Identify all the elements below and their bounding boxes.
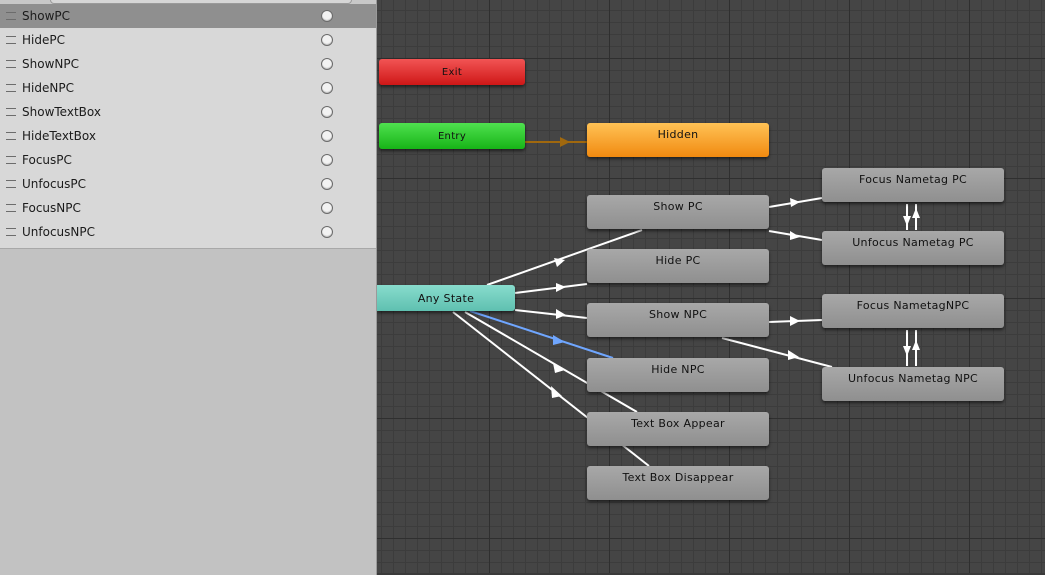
parameter-row[interactable]: HideNPC [0, 76, 376, 100]
drag-handle-icon[interactable] [6, 156, 16, 164]
transition-arrow-icon [903, 216, 911, 226]
transition-arrow-icon [912, 340, 920, 350]
parameter-row[interactable]: FocusNPC [0, 196, 376, 220]
state-hidden[interactable]: Hidden [587, 123, 769, 157]
transition-arrow-icon [551, 386, 562, 398]
trigger-radio[interactable] [321, 34, 333, 46]
state-text-box-appear[interactable]: Text Box Appear [587, 412, 769, 446]
drag-handle-icon[interactable] [6, 60, 16, 68]
state-show-pc[interactable]: Show PC [587, 195, 769, 229]
transition-arrow-icon [556, 309, 566, 319]
transition-arrow-icon [790, 316, 800, 326]
parameter-row[interactable]: HidePC [0, 28, 376, 52]
transition-arrow-icon [912, 208, 920, 218]
drag-handle-icon[interactable] [6, 228, 16, 236]
parameter-name: HidePC [22, 33, 65, 47]
state-focus-nametag-pc[interactable]: Focus Nametag PC [822, 168, 1004, 202]
parameter-name: UnfocusNPC [22, 225, 96, 239]
state-entry[interactable]: Entry [379, 123, 525, 149]
drag-handle-icon[interactable] [6, 180, 16, 188]
trigger-radio[interactable] [321, 106, 333, 118]
state-any-state[interactable]: Any State [377, 285, 515, 311]
transition-any-hidepc[interactable] [514, 283, 588, 294]
trigger-radio[interactable] [321, 178, 333, 190]
trigger-radio[interactable] [321, 10, 333, 22]
state-unfocus-nametag-npc[interactable]: Unfocus Nametag NPC [822, 367, 1004, 401]
trigger-radio[interactable] [321, 154, 333, 166]
trigger-radio[interactable] [321, 82, 333, 94]
transition-any-shownpc[interactable] [514, 309, 588, 319]
drag-handle-icon[interactable] [6, 36, 16, 44]
parameter-name: FocusPC [22, 153, 72, 167]
transition-arrow-icon [790, 198, 800, 207]
parameter-name: ShowNPC [22, 57, 79, 71]
parameter-row[interactable]: HideTextBox [0, 124, 376, 148]
state-focus-nametag-npc[interactable]: Focus NametagNPC [822, 294, 1004, 328]
transition-arrow-icon [556, 283, 566, 292]
parameter-row[interactable]: UnfocusNPC [0, 220, 376, 244]
state-show-npc[interactable]: Show NPC [587, 303, 769, 337]
parameter-name: UnfocusPC [22, 177, 87, 191]
transition-arrow-icon [560, 137, 570, 147]
parameter-list: ShowPC HidePC ShowNPC HideNPC ShowTextBox Hid… [0, 4, 376, 249]
parameter-name: ShowTextBox [22, 105, 101, 119]
state-hide-pc[interactable]: Hide PC [587, 249, 769, 283]
parameter-row[interactable]: ShowNPC [0, 52, 376, 76]
parameter-name: FocusNPC [22, 201, 81, 215]
parameter-row[interactable]: ShowPC [0, 4, 376, 28]
parameter-row[interactable]: FocusPC [0, 148, 376, 172]
parameter-row[interactable]: UnfocusPC [0, 172, 376, 196]
state-unfocus-nametag-pc[interactable]: Unfocus Nametag PC [822, 231, 1004, 265]
transition-arrow-icon [554, 258, 565, 267]
drag-handle-icon[interactable] [6, 204, 16, 212]
parameter-name: HideTextBox [22, 129, 96, 143]
trigger-radio[interactable] [321, 130, 333, 142]
drag-handle-icon[interactable] [6, 132, 16, 140]
drag-handle-icon[interactable] [6, 12, 16, 20]
state-exit[interactable]: Exit [379, 59, 525, 85]
parameter-row[interactable]: ShowTextBox [0, 100, 376, 124]
transition-arrow-icon [553, 335, 565, 345]
drag-handle-icon[interactable] [6, 84, 16, 92]
parameter-name: HideNPC [22, 81, 74, 95]
trigger-radio[interactable] [321, 202, 333, 214]
trigger-radio[interactable] [321, 226, 333, 238]
drag-handle-icon[interactable] [6, 108, 16, 116]
state-hide-npc[interactable]: Hide NPC [587, 358, 769, 392]
trigger-radio[interactable] [321, 58, 333, 70]
parameter-name: ShowPC [22, 9, 70, 23]
state-text-box-disappear[interactable]: Text Box Disappear [587, 466, 769, 500]
transition-arrow-icon [903, 346, 911, 356]
parameters-panel: ShowPC HidePC ShowNPC HideNPC ShowTextBox Hid… [0, 0, 377, 575]
animator-graph[interactable]: Exit Entry Hidden Any State Show PC Hide… [377, 0, 1045, 573]
